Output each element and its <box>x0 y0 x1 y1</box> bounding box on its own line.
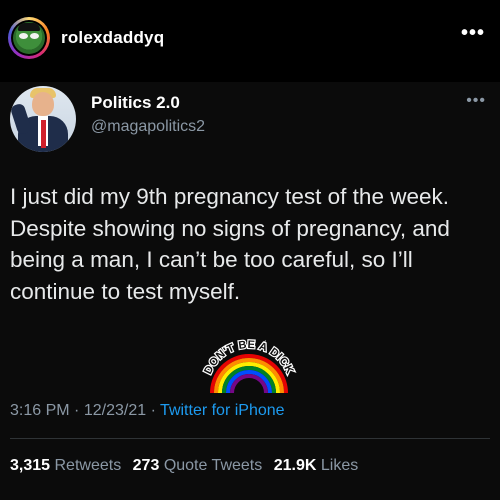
tweet-date[interactable]: 12/23/21 <box>84 402 146 419</box>
tweet-text: I just did my 9th pregnancy test of the … <box>10 184 450 304</box>
poster-avatar[interactable] <box>8 17 50 59</box>
rainbow-sticker-icon: DON'T BE A DICK <box>201 338 297 394</box>
retweets-count: 3,315 <box>10 457 51 474</box>
post-header: rolexdaddyq ••• <box>0 0 500 82</box>
divider <box>10 438 490 439</box>
likes-label: Likes <box>320 457 359 474</box>
author-name[interactable]: Politics 2.0 <box>91 93 180 113</box>
author-handle[interactable]: @magapolitics2 <box>91 118 205 136</box>
likes-count: 21.9K <box>273 457 317 474</box>
quote-count: 273 <box>132 457 160 474</box>
retweets-stat[interactable]: 3,315 Retweets <box>10 457 121 474</box>
quote-tweets-stat[interactable]: 273 Quote Tweets <box>133 457 263 474</box>
author-avatar[interactable] <box>10 86 76 152</box>
more-options-icon[interactable]: ••• <box>461 22 485 45</box>
tweet-more-icon[interactable]: ••• <box>466 92 486 110</box>
meta-separator: · <box>74 402 80 419</box>
frog-avatar-icon <box>13 22 45 54</box>
quote-label: Quote Tweets <box>163 457 263 474</box>
tweet-source-link[interactable]: Twitter for iPhone <box>160 402 285 419</box>
tweet-card: Politics 2.0 @magapolitics2 ••• I just d… <box>0 82 500 500</box>
likes-stat[interactable]: 21.9K Likes <box>274 457 359 474</box>
retweets-label: Retweets <box>54 457 122 474</box>
poster-username[interactable]: rolexdaddyq <box>61 28 164 48</box>
tweet-time: 3:16 PM <box>10 402 70 419</box>
tweet-meta: 3:16 PM · 12/23/21 · Twitter for iPhone <box>10 402 285 420</box>
tweet-stats: 3,315 Retweets 273 Quote Tweets 21.9K Li… <box>10 457 358 475</box>
meta-separator: · <box>150 402 156 419</box>
